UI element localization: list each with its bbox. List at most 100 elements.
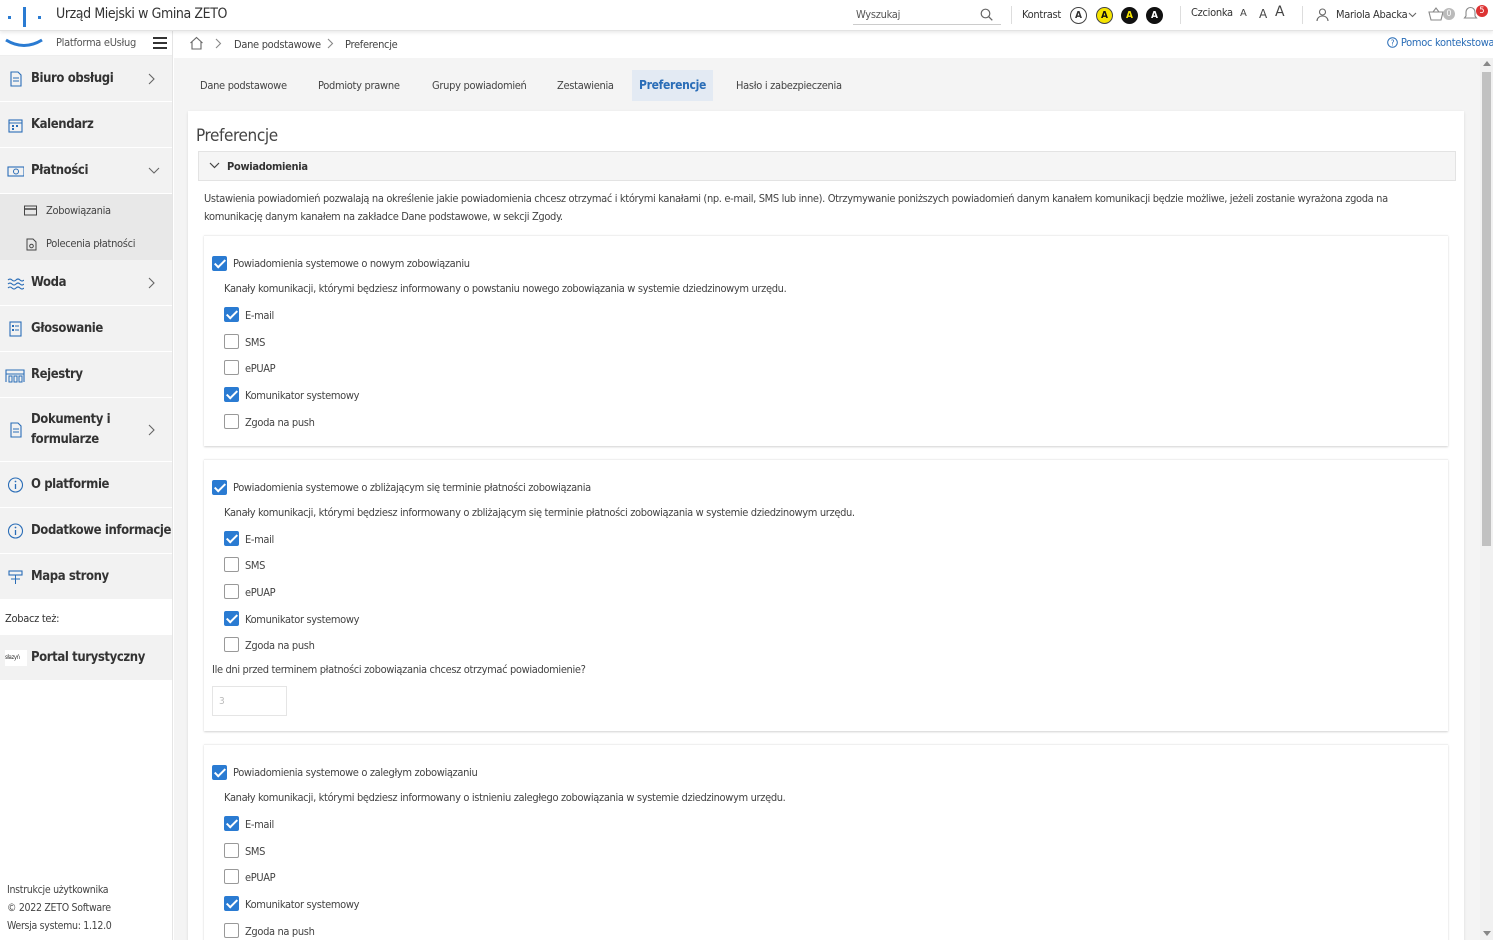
chevron-down-icon[interactable] (1408, 12, 1417, 18)
channel-email-checkbox[interactable] (224, 816, 239, 831)
sidebar-item-dokumenty[interactable]: Dokumenty i formularze (0, 398, 172, 462)
channel-label: Zgoda na push (245, 639, 315, 652)
notifications-section-header[interactable]: Powiadomienia (198, 151, 1456, 181)
channel-push-checkbox[interactable] (224, 414, 239, 429)
channel-email-checkbox[interactable] (224, 307, 239, 322)
notification-title: Powiadomienia systemowe o zbliżającym si… (233, 481, 591, 494)
scroll-up-arrow[interactable] (1483, 61, 1491, 66)
page-scrollbar[interactable] (1480, 58, 1493, 940)
tab-grupy-powiadomien[interactable]: Grupy powiadomień (420, 70, 539, 101)
notification-toggle-checkbox[interactable] (212, 480, 227, 495)
contrast-black-white-button[interactable]: A (1146, 7, 1163, 24)
channel-sms-checkbox[interactable] (224, 557, 239, 572)
search-input[interactable]: Wyszukaj (856, 8, 900, 21)
money-icon (7, 165, 24, 177)
channel-label: E-mail (245, 309, 274, 322)
contrast-black-yellow-button[interactable]: A (1121, 7, 1138, 24)
font-default-button[interactable]: A (1259, 7, 1267, 21)
sidebar-item-dodatkowe-informacje[interactable]: Dodatkowe informacje (0, 508, 172, 554)
sidebar-subitem-zobowiazania[interactable]: Zobowiązania (0, 194, 172, 227)
sidebar-subitem-label: Zobowiązania (46, 204, 111, 217)
sidebar-item-kalendarz[interactable]: Kalendarz (0, 102, 172, 148)
ballot-icon (9, 320, 22, 337)
chevron-right-icon (215, 38, 222, 49)
sidebar-item-label: Głosowanie (31, 321, 103, 336)
sidebar-item-platnosci[interactable]: Płatności (0, 148, 172, 194)
notification-toggle-checkbox[interactable] (212, 765, 227, 780)
user-manual-link[interactable]: Instrukcje użytkownika (7, 881, 112, 899)
basket-icon[interactable] (1428, 7, 1444, 21)
sidebar-footer: Instrukcje użytkownika © 2022 ZETO Softw… (7, 881, 112, 935)
notification-toggle-checkbox[interactable] (212, 256, 227, 271)
sidebar-item-biuro-obslugi[interactable]: Biuro obsługi (0, 56, 172, 102)
chevron-right-icon (148, 73, 155, 84)
chevron-down-icon (209, 162, 220, 169)
channel-sms-checkbox[interactable] (224, 334, 239, 349)
chevron-right-icon (327, 38, 334, 49)
search-box[interactable]: Wyszukaj (853, 6, 1001, 25)
search-icon[interactable] (980, 8, 993, 21)
context-help-link[interactable]: ? Pomoc kontekstowa (1387, 36, 1493, 49)
tab-preferencje[interactable]: Preferencje (632, 70, 713, 101)
sidebar-item-mapa-strony[interactable]: Mapa strony (0, 554, 172, 600)
scroll-down-arrow[interactable] (1483, 931, 1491, 936)
user-name[interactable]: Mariola Abacka (1336, 8, 1408, 21)
contrast-default-button[interactable]: A (1070, 7, 1087, 24)
sidebar-item-woda[interactable]: Woda (0, 260, 172, 306)
channel-label: Komunikator systemowy (245, 898, 360, 911)
sidebar-item-label: Płatności (31, 163, 89, 178)
help-icon: ? (1387, 37, 1398, 48)
channel-messenger-checkbox[interactable] (224, 387, 239, 402)
document-icon (10, 70, 22, 87)
channel-sms-checkbox[interactable] (224, 843, 239, 858)
app-logo[interactable] (4, 4, 44, 50)
channels-info: Kanały komunikacji, którymi będziesz inf… (224, 506, 855, 519)
tab-podmioty-prawne[interactable]: Podmioty prawne (306, 70, 412, 101)
sitemap-icon (8, 569, 23, 584)
channel-label: ePUAP (245, 586, 276, 599)
channel-label: SMS (245, 845, 266, 858)
notification-title: Powiadomienia systemowe o nowym zobowiąz… (233, 257, 470, 270)
tab-dane-podstawowe[interactable]: Dane podstawowe (188, 70, 299, 101)
system-version: Wersja systemu: 1.12.0 (7, 920, 112, 932)
tab-haslo-i-zabezpieczenia[interactable]: Hasło i zabezpieczenia (724, 70, 854, 101)
channel-label: Zgoda na push (245, 925, 315, 938)
days-before-question: Ile dni przed terminem płatności zobowią… (212, 663, 586, 676)
sidebar-item-o-platformie[interactable]: O platformie (0, 462, 172, 508)
channel-messenger-checkbox[interactable] (224, 896, 239, 911)
channel-push-checkbox[interactable] (224, 923, 239, 938)
menu-icon[interactable] (153, 37, 167, 49)
sidebar-item-glosowanie[interactable]: Głosowanie (0, 306, 172, 352)
font-decrease-button[interactable]: A (1240, 8, 1247, 19)
channel-label: E-mail (245, 818, 274, 831)
channel-epuap-checkbox[interactable] (224, 360, 239, 375)
divider (1011, 6, 1012, 24)
channel-epuap-checkbox[interactable] (224, 869, 239, 884)
contrast-yellow-button[interactable]: A (1096, 7, 1113, 24)
scrollbar-thumb[interactable] (1482, 72, 1491, 546)
preferences-card: Preferencje Powiadomienia Ustawienia pow… (188, 111, 1464, 940)
notification-block-upcoming-due: Powiadomienia systemowe o zbliżającym si… (204, 459, 1448, 731)
home-icon[interactable] (189, 36, 204, 50)
section-title: Powiadomienia (227, 160, 308, 173)
channel-label: ePUAP (245, 871, 276, 884)
channel-email-checkbox[interactable] (224, 531, 239, 546)
user-icon[interactable] (1316, 8, 1329, 22)
channel-epuap-checkbox[interactable] (224, 584, 239, 599)
sidebar-item-label: Dokumenty i formularze (31, 411, 111, 447)
tab-zestawienia[interactable]: Zestawienia (545, 70, 626, 101)
font-increase-button[interactable]: A (1275, 4, 1285, 20)
notification-count-badge: 5 (1476, 5, 1488, 17)
sidebar-subitem-label: Polecenia płatności (46, 237, 136, 250)
channel-label: SMS (245, 336, 266, 349)
sidebar-subitem-polecenia-platnosci[interactable]: Polecenia płatności (0, 227, 172, 260)
chevron-down-icon (148, 167, 160, 174)
channel-push-checkbox[interactable] (224, 637, 239, 652)
sidebar-item-portal-turystyczny[interactable]: słazyń Portal turystyczny (0, 635, 172, 681)
breadcrumb-item[interactable]: Dane podstawowe (234, 38, 321, 51)
channel-messenger-checkbox[interactable] (224, 611, 239, 626)
days-before-input[interactable]: 3 (212, 686, 287, 716)
sidebar-item-label: Biuro obsługi (31, 71, 114, 86)
info-icon (7, 476, 24, 493)
sidebar-item-rejestry[interactable]: Rejestry (0, 352, 172, 398)
